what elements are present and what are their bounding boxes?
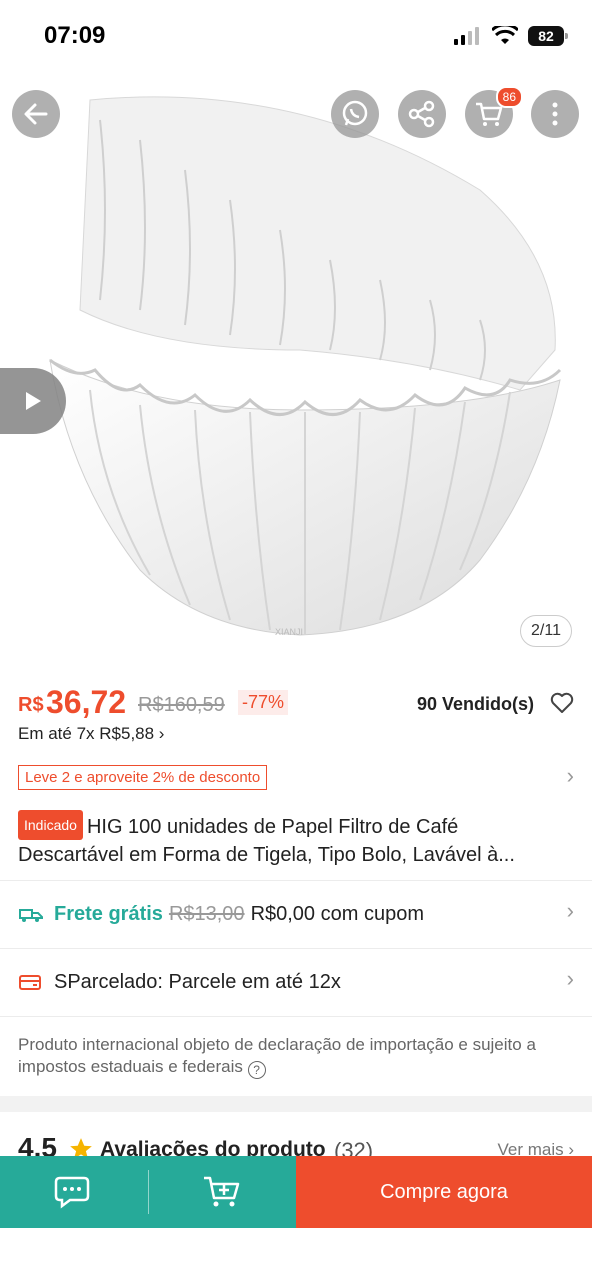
import-note: Produto internacional objeto de declaraç… [18, 1034, 552, 1079]
battery-indicator: 82 [528, 26, 568, 46]
buy-now-button[interactable]: Compre agora [296, 1156, 592, 1228]
original-price: R$160,59 [138, 694, 225, 716]
status-bar: 07:09 82 [0, 0, 592, 72]
product-image[interactable]: XIANJI [0, 60, 592, 650]
card-icon [18, 972, 44, 992]
product-title: Indicado HIG 100 unidades de Papel Filtro… [18, 810, 568, 869]
whatsapp-button[interactable] [331, 90, 379, 138]
cart-badge: 86 [495, 86, 523, 108]
coupon-shipping-price: R$0,00 com cupom [250, 902, 424, 925]
heart-icon[interactable] [550, 692, 574, 714]
back-arrow-icon [24, 103, 48, 125]
promo-row[interactable]: Leve 2 e aproveite 2% de desconto › [18, 763, 574, 791]
add-to-cart-button[interactable] [149, 1156, 297, 1228]
image-counter: 2/11 [520, 615, 572, 647]
price-currency: R$ [18, 694, 44, 716]
add-to-cart-icon [204, 1176, 240, 1207]
installments-link[interactable]: Em até 7x R$5,88 › [18, 724, 164, 744]
cart-button[interactable]: 86 [465, 86, 523, 138]
divider [0, 880, 592, 881]
installment-plan-label: SParcelado: Parcele em até 12x [54, 970, 341, 993]
product-title-text: HIG 100 unidades de Papel Filtro de Café… [18, 816, 515, 866]
price-value: 36,72 [46, 684, 127, 720]
promo-tag: Leve 2 e aproveite 2% de desconto [18, 765, 268, 790]
shipping-row[interactable]: Frete grátis R$13,00 R$0,00 com cupom › [18, 894, 574, 934]
signal-icon [454, 27, 479, 45]
more-button[interactable] [531, 90, 579, 138]
discount-badge: -77% [238, 690, 289, 715]
bottom-left-actions [0, 1156, 296, 1228]
share-button[interactable] [398, 90, 446, 138]
share-icon [408, 100, 435, 128]
old-shipping-price: R$13,00 [168, 902, 245, 925]
indicado-badge: Indicado [18, 810, 83, 840]
divider [0, 948, 592, 949]
status-time: 07:09 [44, 22, 106, 49]
chat-button[interactable] [0, 1156, 148, 1228]
bottom-action-bar: Compre agora [0, 1156, 592, 1228]
play-icon [26, 392, 41, 410]
installment-plan-row[interactable]: SParcelado: Parcele em até 12x › [18, 962, 574, 1002]
product-gallery[interactable]: XIANJI 86 2/11 [0, 0, 592, 665]
truck-icon [18, 904, 44, 924]
play-video-button[interactable] [0, 368, 66, 434]
price-row: R$ 36,72 R$160,59 -77% 90 Vendido(s) [18, 684, 574, 724]
chevron-right-icon: › [566, 966, 574, 991]
chat-icon [54, 1176, 89, 1209]
free-shipping-label: Frete grátis [54, 902, 163, 925]
section-divider [0, 1096, 592, 1112]
image-watermark: XIANJI [275, 627, 303, 637]
import-note-text: Produto internacional objeto de declaraç… [18, 1035, 536, 1076]
whatsapp-icon [342, 100, 368, 126]
wifi-icon [492, 26, 518, 44]
chevron-right-icon: › [566, 898, 574, 923]
status-icons: 82 [454, 26, 568, 46]
back-button[interactable] [12, 90, 60, 138]
help-icon[interactable]: ? [247, 1061, 266, 1079]
sold-count: 90 Vendido(s) [416, 694, 534, 714]
more-icon [552, 102, 558, 126]
chevron-right-icon: › [566, 763, 574, 788]
divider [0, 1016, 592, 1017]
